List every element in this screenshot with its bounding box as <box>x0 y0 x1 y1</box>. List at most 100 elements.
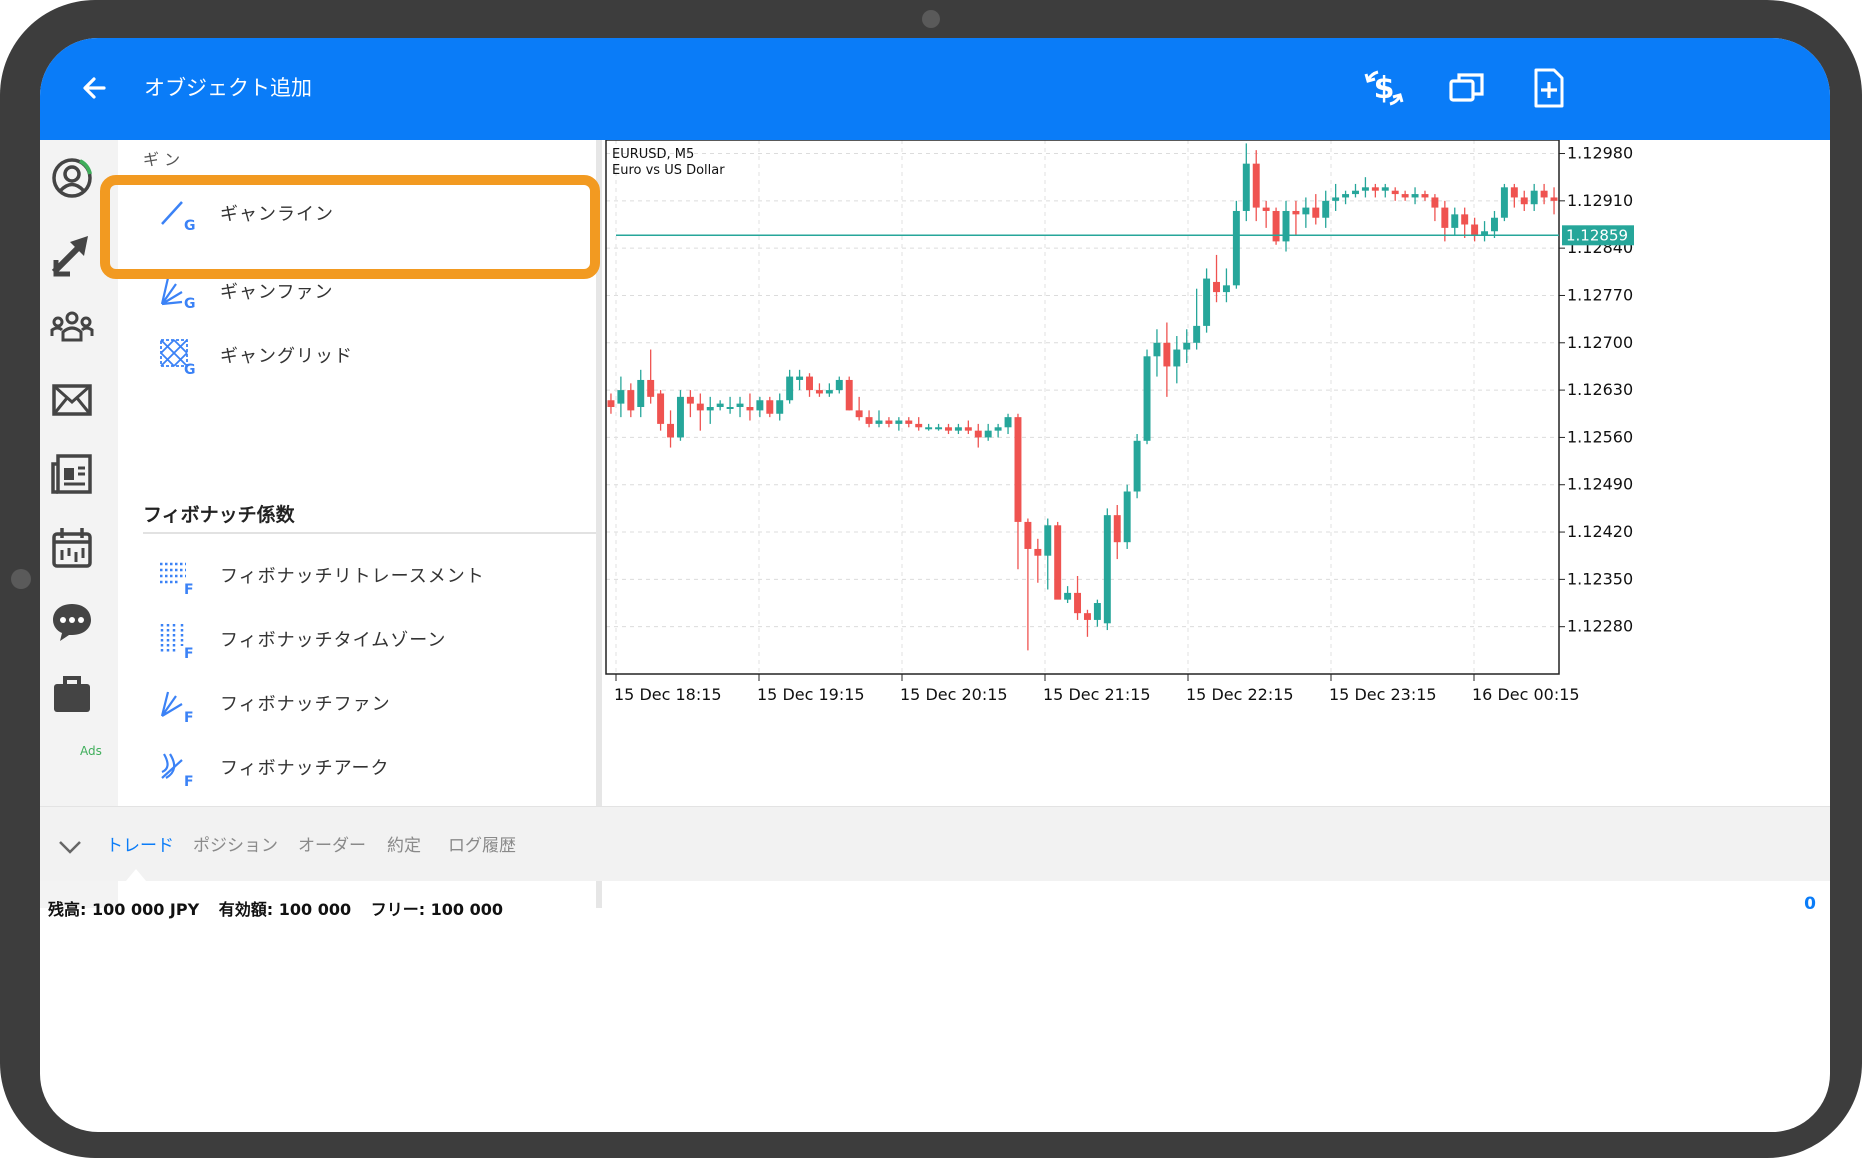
arrow-left-icon[interactable] <box>76 68 116 108</box>
tab-orders[interactable]: オーダー <box>298 831 366 856</box>
candle-body <box>1044 525 1052 556</box>
candle-body <box>875 420 883 424</box>
fibonacci-section-header: フィボナッチ係数 <box>143 504 295 526</box>
candle-body <box>1173 349 1181 367</box>
candle-body <box>1530 190 1538 205</box>
list-item-gann-grid[interactable]: G ギャングリッド <box>118 322 602 392</box>
candle-body <box>1421 194 1429 198</box>
candle-body <box>766 400 774 414</box>
briefcase-icon[interactable] <box>48 670 96 718</box>
list-item-fib-fan[interactable]: F フィボナッチファン <box>118 670 602 740</box>
candle-body <box>1093 603 1101 620</box>
trade-arrows-icon[interactable] <box>48 230 96 278</box>
candle-body <box>1500 187 1508 218</box>
bottom-tab-bar: トレード ポジション オーダー 約定 ログ履歴 <box>40 806 1830 881</box>
candle-body <box>954 427 962 431</box>
candle-body <box>746 407 754 411</box>
add-document-icon[interactable] <box>1526 66 1570 110</box>
list-item-fib-arc[interactable]: F フィボナッチアーク <box>118 734 602 804</box>
calendar-icon[interactable] <box>48 524 96 572</box>
candle-body <box>964 427 972 431</box>
candle-body <box>815 390 823 394</box>
candle-body <box>1083 613 1091 620</box>
active-tab-pointer <box>126 869 146 881</box>
fib-arc-icon: F <box>161 753 194 788</box>
candle-body <box>627 390 635 411</box>
account-icon[interactable] <box>48 154 96 202</box>
fib-timezone-icon: F <box>160 624 194 660</box>
candle-body <box>905 420 913 424</box>
news-icon[interactable] <box>48 450 96 498</box>
account-summary: 残高: 100 000 JPY 有効額: 100 000 フリー: 100 00… <box>48 896 517 920</box>
candle-body <box>756 400 764 411</box>
candle-body <box>855 410 863 418</box>
dollar-sync-icon[interactable]: $ <box>1362 66 1406 110</box>
x-tick-label: 15 Dec 23:15 <box>1329 685 1437 704</box>
list-item-fib-timezone[interactable]: F フィボナッチタイムゾーン <box>118 606 602 676</box>
svg-text:F: F <box>184 774 194 788</box>
gann-section-header: ギ ン <box>143 150 181 169</box>
x-tick-label: 15 Dec 20:15 <box>900 685 1008 704</box>
candle-body <box>1133 440 1141 492</box>
y-tick-label: 1.12910 <box>1567 191 1633 210</box>
candles <box>607 143 1558 651</box>
candle-body <box>1113 515 1121 543</box>
candle-body <box>637 379 645 407</box>
balance-text: 残高: 100 000 JPY <box>48 900 200 919</box>
candle-body <box>845 379 853 411</box>
tab-positions[interactable]: ポジション <box>193 831 278 856</box>
list-item-label: フィボナッチファン <box>220 694 391 715</box>
gann-grid-icon: G <box>160 339 196 376</box>
tab-deals[interactable]: 約定 <box>387 831 421 856</box>
community-icon[interactable] <box>48 302 96 350</box>
chevron-down-icon[interactable] <box>50 827 90 867</box>
y-axis: 1.129801.129101.128401.127701.127001.126… <box>1559 144 1633 636</box>
candle-body <box>686 396 694 404</box>
chat-icon[interactable] <box>48 598 96 646</box>
x-tick-label: 15 Dec 18:15 <box>614 685 722 704</box>
fib-retracement-icon: F <box>160 562 194 596</box>
candle-body <box>667 423 675 438</box>
candle-body <box>1163 342 1171 367</box>
y-tick-label: 1.12350 <box>1567 569 1633 588</box>
candle-body <box>1381 187 1389 191</box>
y-tick-label: 1.12770 <box>1567 285 1633 304</box>
candle-body <box>1123 491 1131 543</box>
equity-text: 有効額: 100 000 <box>218 900 352 919</box>
tab-log-history[interactable]: ログ履歴 <box>448 831 516 856</box>
x-tick-label: 15 Dec 22:15 <box>1186 685 1294 704</box>
candle-body <box>835 379 843 391</box>
candle-body <box>974 430 982 438</box>
candle-body <box>1550 197 1558 201</box>
candle-body <box>1471 224 1479 235</box>
svg-text:F: F <box>184 582 194 596</box>
price-chart[interactable]: 1.129801.129101.128401.127701.127001.126… <box>602 140 1830 844</box>
mail-icon[interactable] <box>48 376 96 424</box>
list-item-label: フィボナッチタイムゾーン <box>220 630 447 651</box>
candle-body <box>1074 592 1082 614</box>
candle-body <box>706 407 714 411</box>
candle-body <box>1401 194 1409 198</box>
candle-body <box>984 430 992 438</box>
candle-body <box>1332 197 1340 201</box>
candle-body <box>696 403 704 411</box>
list-item-fib-retracement[interactable]: F フィボナッチリトレースメント <box>118 542 602 612</box>
candle-body <box>1352 190 1359 195</box>
candle-body <box>1510 187 1518 198</box>
candle-body <box>1153 342 1161 357</box>
tab-trade[interactable]: トレード <box>106 831 174 856</box>
chart-description: Euro vs US Dollar <box>612 163 725 178</box>
svg-text:$: $ <box>1374 71 1395 106</box>
candle-body <box>865 417 873 424</box>
candle-body <box>1024 521 1032 549</box>
side-button <box>11 569 31 589</box>
candle-body <box>617 390 625 404</box>
candle-body <box>1411 194 1419 198</box>
candle-body <box>1014 417 1022 522</box>
candle-body <box>994 427 1002 431</box>
section-divider <box>143 532 602 534</box>
free-margin-text: フリー: 100 000 <box>370 900 504 919</box>
y-tick-label: 1.12560 <box>1567 427 1633 446</box>
windows-icon[interactable] <box>1445 66 1489 110</box>
candle-body <box>885 420 893 424</box>
